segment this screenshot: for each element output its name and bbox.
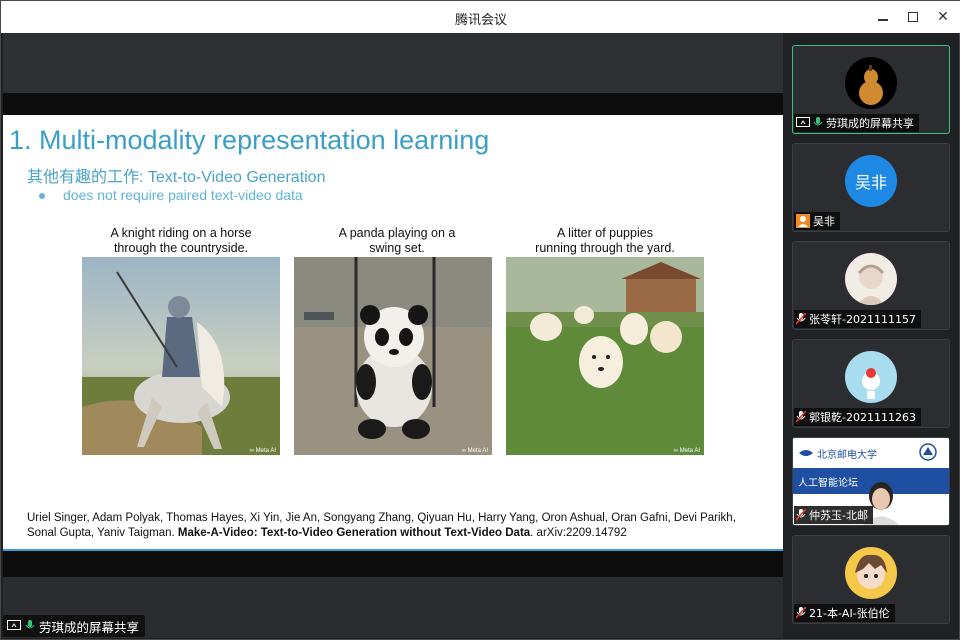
close-icon: ✕ xyxy=(937,9,949,25)
caption-line: A litter of puppies xyxy=(557,226,653,240)
meeting-window: 腾讯会议 ✕ 1. Multi-modality representation … xyxy=(0,0,960,640)
close-button[interactable]: ✕ xyxy=(933,7,953,27)
shared-screen[interactable]: 1. Multi-modality representation learnin… xyxy=(3,33,783,638)
participant-name-tag: 张苓轩-2021111157 xyxy=(794,310,921,328)
caption-line: A panda playing on a xyxy=(338,226,456,240)
title-bar: 腾讯会议 ✕ xyxy=(1,1,960,33)
panda-image: ∞ Meta AI xyxy=(294,257,492,455)
meta-ai-watermark: ∞ Meta AI xyxy=(674,448,701,454)
sketch-avatar xyxy=(845,253,897,305)
anime-avatar xyxy=(845,547,897,599)
participant-panel: 劳琪成的屏幕共享 吴非 吴非 张苓轩-2021111157 郭银乾-202111… xyxy=(783,33,959,639)
participant-name-tag: 21-本-AI-张伯伦 xyxy=(794,604,895,622)
participant-tile-zhang[interactable]: 张苓轩-2021111157 xyxy=(792,241,950,330)
window-title: 腾讯会议 xyxy=(454,13,507,28)
meta-ai-watermark: ∞ Meta AI xyxy=(250,448,277,454)
letterbox-bottom xyxy=(3,551,783,577)
slide-title: 1. Multi-modality representation learnin… xyxy=(9,125,490,155)
caption-line: through the countryside. xyxy=(113,241,249,255)
mic-muted-icon xyxy=(796,411,806,423)
caption-line: A knight riding on a horse xyxy=(110,226,252,240)
presentation-slide: 1. Multi-modality representation learnin… xyxy=(3,115,783,551)
screen-share-icon xyxy=(7,620,21,630)
maximize-icon xyxy=(908,12,918,22)
maximize-button[interactable] xyxy=(903,7,923,27)
gourd-avatar xyxy=(845,57,897,109)
meta-ai-watermark: ∞ Meta AI xyxy=(462,448,489,454)
bullet-dot-icon xyxy=(39,193,45,200)
mic-muted-icon xyxy=(796,313,806,325)
participant-name: 劳琪成的屏幕共享 xyxy=(826,117,914,130)
participant-name-tag: 郭银乾-2021111263 xyxy=(794,408,921,426)
slide-subtitle: 其他有趣的工作: Text-to-Video Generation xyxy=(27,169,326,186)
mic-muted-icon xyxy=(796,607,806,619)
caption-line: running through the yard. xyxy=(535,241,675,255)
knight-image: ∞ Meta AI xyxy=(82,257,280,455)
citation: Uriel Singer, Adam Polyak, Thomas Hayes,… xyxy=(27,511,757,541)
participant-tile-zhangbolun[interactable]: 21-本-AI-张伯伦 xyxy=(792,535,950,624)
example-caption-puppies: A litter of puppies running through the … xyxy=(495,226,715,256)
participant-tile-wufei[interactable]: 吴非 吴非 xyxy=(792,143,950,232)
participant-name: 张苓轩-2021111157 xyxy=(809,313,916,326)
letterbox-top xyxy=(3,93,783,115)
example-caption-knight: A knight riding on a horse through the c… xyxy=(71,226,291,256)
video-header: 北京邮电大学 xyxy=(793,438,949,468)
participant-tile-share[interactable]: 劳琪成的屏幕共享 xyxy=(792,45,950,134)
bullet-text: does not require paired text-video data xyxy=(63,187,303,203)
cartoon-avatar xyxy=(845,351,897,403)
participant-tile-zhongsuyu[interactable]: 北京邮电大学 人工智能论坛 仲苏玉-北邮 xyxy=(792,437,950,526)
initials-avatar: 吴非 xyxy=(845,155,897,207)
avatar-initials: 吴非 xyxy=(854,173,887,192)
caption-line: swing set. xyxy=(369,241,425,255)
citation-title: Make-A-Video: Text-to-Video Generation w… xyxy=(177,527,531,539)
screen-share-label: 劳琪成的屏幕共享 xyxy=(3,615,146,637)
participant-name-tag: 仲苏玉-北邮 xyxy=(794,506,873,524)
mic-on-icon xyxy=(25,620,35,629)
screen-share-icon xyxy=(796,117,810,127)
participant-name-tag: 吴非 xyxy=(794,212,840,230)
banner-text: 人工智能论坛 xyxy=(798,478,858,489)
participant-name: 吴非 xyxy=(813,215,835,228)
mic-on-icon xyxy=(813,117,823,126)
participant-name: 21-本-AI-张伯伦 xyxy=(809,607,890,620)
stage-top-area xyxy=(3,33,783,93)
citation-suffix: . arXiv:2209.14792 xyxy=(530,527,627,539)
participant-tile-guo[interactable]: 郭银乾-2021111263 xyxy=(792,339,950,428)
screen-share-owner: 劳琪成的屏幕共享 xyxy=(39,619,140,635)
university-emblem-icon xyxy=(919,443,937,461)
minimize-icon xyxy=(878,19,888,21)
participant-name: 仲苏玉-北邮 xyxy=(809,509,868,522)
mic-muted-icon xyxy=(796,509,806,521)
university-name: 北京邮电大学 xyxy=(817,450,877,461)
user-icon xyxy=(796,214,810,228)
university-logo-icon xyxy=(799,450,813,456)
participant-name-tag: 劳琪成的屏幕共享 xyxy=(794,114,919,132)
slide-bullet: does not require paired text-video data xyxy=(39,187,303,203)
participant-name: 郭银乾-2021111263 xyxy=(809,411,916,424)
minimize-button[interactable] xyxy=(873,7,893,27)
example-caption-panda: A panda playing on a swing set. xyxy=(287,226,507,256)
puppies-image: ∞ Meta AI xyxy=(506,257,704,455)
